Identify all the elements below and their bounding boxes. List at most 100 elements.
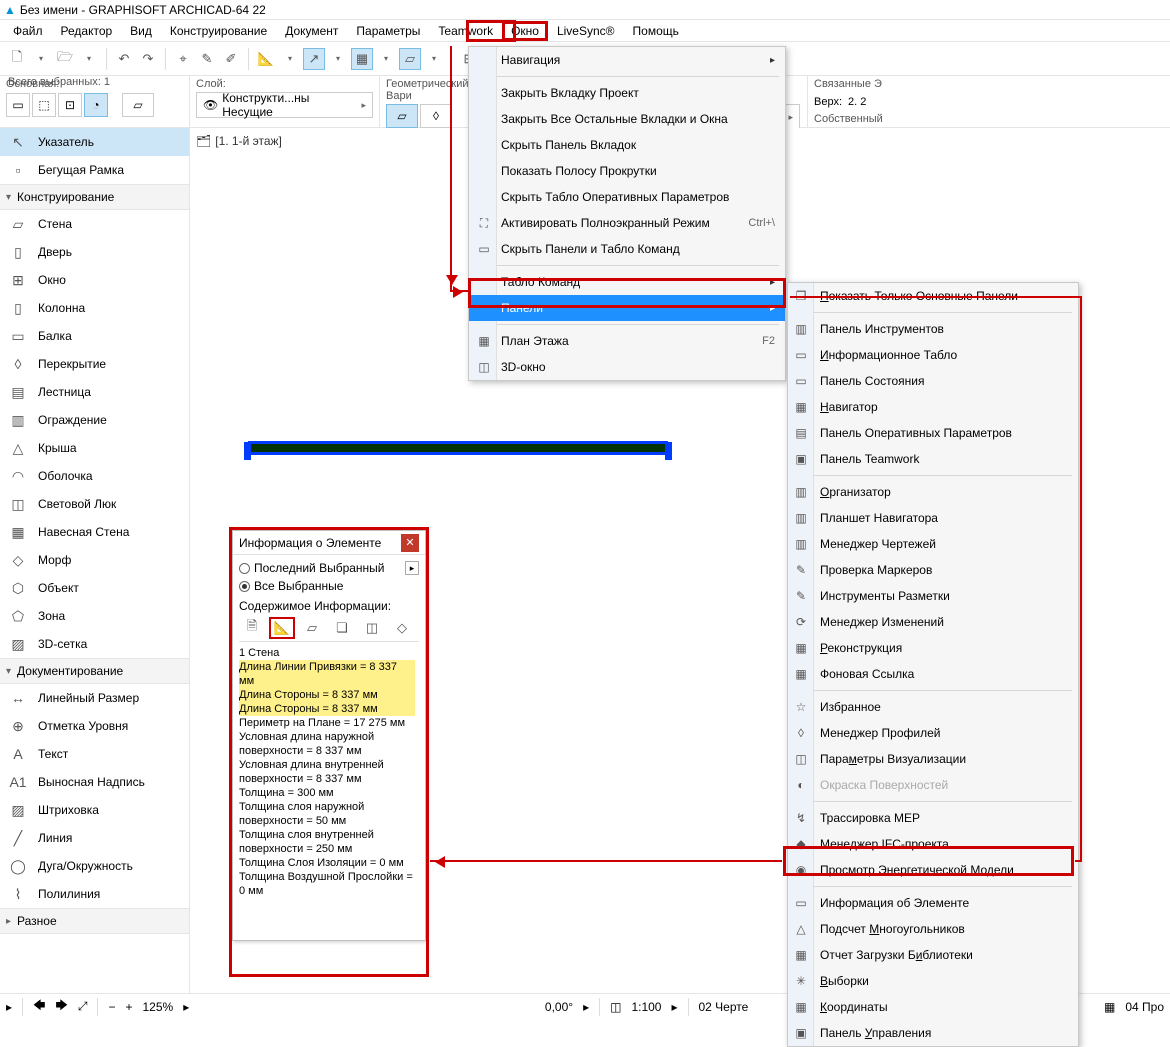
menu-item-Табло Команд[interactable]: Табло Команд▸ [469, 269, 785, 295]
undo-icon[interactable]: ↶ [113, 48, 135, 70]
tool-Дверь[interactable]: ▯Дверь [0, 238, 189, 266]
menu-item-Скрыть Табло Оперативных Параметров[interactable]: Скрыть Табло Оперативных Параметров [469, 184, 785, 210]
menu-параметры[interactable]: Параметры [347, 22, 429, 40]
tab-3d-icon[interactable]: ❏ [329, 617, 355, 639]
submenu-item-Избранное[interactable]: ☆Избранное [788, 694, 1078, 720]
tool-Колонна[interactable]: ▯Колонна [0, 294, 189, 322]
wall-settings-button[interactable]: ▭ [6, 93, 30, 117]
zoom-fit-icon[interactable]: ⤢ [78, 999, 88, 1014]
submenu-item-Менеджер Профилей[interactable]: ◊Менеджер Профилей [788, 720, 1078, 746]
menu-редактор[interactable]: Редактор [52, 22, 122, 40]
submenu-item-Панель Teamwork[interactable]: ▣Панель Teamwork [788, 446, 1078, 472]
menu-item-Закрыть Вкладку Проект[interactable]: Закрыть Вкладку Проект [469, 80, 785, 106]
chevron-right-icon[interactable]: ▸ [671, 1000, 677, 1014]
submenu-item-Панель Инструментов[interactable]: ▥Панель Инструментов [788, 316, 1078, 342]
tool-Крыша[interactable]: △Крыша [0, 434, 189, 462]
tool-Выносная Надпись[interactable]: A1Выносная Надпись [0, 768, 189, 796]
submenu-item-Инструменты Разметки[interactable]: ✎Инструменты Разметки [788, 583, 1078, 609]
menu-файл[interactable]: Файл [4, 22, 52, 40]
menu-item-Закрыть Все Остальные Вкладки и Окна[interactable]: Закрыть Все Остальные Вкладки и Окна [469, 106, 785, 132]
submenu-item-Параметры Визуализации[interactable]: ◫Параметры Визуализации [788, 746, 1078, 772]
plane-icon[interactable]: ▱ [399, 48, 421, 70]
redo-icon[interactable]: ↷ [137, 48, 159, 70]
chevron-right-icon[interactable]: ▸ [405, 561, 419, 575]
geom-mode-2[interactable]: ◊ [420, 104, 452, 128]
pick-icon[interactable]: ⌖ [172, 48, 194, 70]
snap-grid-icon[interactable]: ▦ [351, 48, 373, 70]
submenu-item-Организатор[interactable]: ▥Организатор [788, 479, 1078, 505]
tab-5-icon[interactable]: ◇ [389, 617, 415, 639]
tab-general-icon[interactable]: 🗎 [239, 617, 265, 639]
submenu-item-Подсчет Многоугольников[interactable]: △Подсчет Многоугольников [788, 916, 1078, 942]
submenu-item-Менеджер IFC-проекта[interactable]: ◆Менеджер IFC-проекта [788, 831, 1078, 857]
zoom-value[interactable]: 125% [142, 1000, 173, 1014]
tool-3D-сетка[interactable]: ▨3D-сетка [0, 630, 189, 658]
section-Конструирование[interactable]: ▾Конструирование [0, 184, 189, 210]
tool-Полилиния[interactable]: ⌇Полилиния [0, 880, 189, 908]
scale-value[interactable]: 1:100 [631, 1000, 661, 1014]
radio-all-selected[interactable]: Все Выбранные [239, 577, 419, 595]
tool-Объект[interactable]: ⬡Объект [0, 574, 189, 602]
eyedropper-icon[interactable]: ✎ [196, 48, 218, 70]
snap-dropdown-icon[interactable]: ▾ [375, 48, 397, 70]
guide-dropdown-icon[interactable]: ▾ [327, 48, 349, 70]
tool-Лестница[interactable]: ▤Лестница [0, 378, 189, 406]
submenu-item-Панель Управления[interactable]: ▣Панель Управления [788, 1020, 1078, 1046]
submenu-item-Выборки[interactable]: ✳Выборки [788, 968, 1078, 994]
tool-Дуга/Окружность[interactable]: ◯Дуга/Окружность [0, 852, 189, 880]
nav-fwd-icon[interactable]: 🡆 [55, 996, 67, 1017]
open-dropdown-icon[interactable]: ▾ [78, 48, 100, 70]
tool-Морф[interactable]: ◇Морф [0, 546, 189, 574]
select-all-button[interactable]: ⬚ [32, 93, 56, 117]
chevron-right-icon[interactable]: ▸ [583, 1000, 589, 1014]
menu-окно[interactable]: Окно [502, 21, 548, 41]
marquee-button[interactable]: ⊡ [58, 93, 82, 117]
submenu-item-Панель Оперативных Параметров[interactable]: ▤Панель Оперативных Параметров [788, 420, 1078, 446]
ruler-icon[interactable]: 📐 [255, 48, 277, 70]
canvas-tab[interactable]: 🗂 [1. 1-й этаж] [196, 134, 282, 148]
plane-dropdown-icon[interactable]: ▾ [423, 48, 445, 70]
submenu-item-Панель Состояния[interactable]: ▭Панель Состояния [788, 368, 1078, 394]
rightmost-icon[interactable]: ▦ [1104, 1000, 1115, 1014]
tool-Отметка Уровня[interactable]: ⊕Отметка Уровня [0, 712, 189, 740]
menu-livesync®[interactable]: LiveSync® [548, 22, 624, 40]
tool-Зона[interactable]: ⬠Зона [0, 602, 189, 630]
tool-Окно[interactable]: ⊞Окно [0, 266, 189, 294]
tool-Бегущая Рамка[interactable]: ▫Бегущая Рамка [0, 156, 189, 184]
tab-4-icon[interactable]: ◫ [359, 617, 385, 639]
element-info-palette[interactable]: Информация о Элементе ✕ Последний Выбран… [232, 530, 426, 941]
menu-item-План Этажа[interactable]: ▦План ЭтажаF2 [469, 328, 785, 354]
wall-icon-button[interactable]: ▱ [122, 93, 154, 117]
submenu-item-Навигатор[interactable]: ▦Навигатор [788, 394, 1078, 420]
angle-value[interactable]: 0,00° [545, 1000, 573, 1014]
menu-teamwork[interactable]: Teamwork [429, 22, 502, 40]
radio-last-selected[interactable]: Последний Выбранный [239, 559, 385, 577]
info-toggle-button[interactable]: ◔ [84, 93, 108, 117]
wall-element[interactable] [248, 441, 668, 455]
chevron-right-icon[interactable]: ▸ [183, 1000, 189, 1014]
zoom-out-icon[interactable]: − [108, 1000, 115, 1014]
menu-документ[interactable]: Документ [276, 22, 347, 40]
submenu-item-Проверка Маркеров[interactable]: ✎Проверка Маркеров [788, 557, 1078, 583]
section-Документирование[interactable]: ▾Документирование [0, 658, 189, 684]
menu-конструирование[interactable]: Конструирование [161, 22, 276, 40]
tool-Перекрытие[interactable]: ◊Перекрытие [0, 350, 189, 378]
nav-back-icon[interactable]: 🡄 [33, 996, 45, 1017]
menu-item-Навигация[interactable]: Навигация▸ [469, 47, 785, 73]
menu-помощь[interactable]: Помощь [624, 22, 688, 40]
tool-Указатель[interactable]: ↖Указатель [0, 128, 189, 156]
tool-Линейный Размер[interactable]: ↔Линейный Размер [0, 684, 189, 712]
chevron-right-icon[interactable]: ▸ [6, 1000, 12, 1014]
close-icon[interactable]: ✕ [401, 534, 419, 552]
submenu-item-Просмотр Энергетической Модели[interactable]: ◉Просмотр Энергетической Модели [788, 857, 1078, 883]
tool-Навесная Стена[interactable]: ▦Навесная Стена [0, 518, 189, 546]
guide-line-icon[interactable]: ↗ [303, 48, 325, 70]
submenu-item-Менеджер Изменений[interactable]: ⟳Менеджер Изменений [788, 609, 1078, 635]
submenu-item-Отчет Загрузки Библиотеки[interactable]: ▦Отчет Загрузки Библиотеки [788, 942, 1078, 968]
submenu-item-Фоновая Ссылка[interactable]: ▦Фоновая Ссылка [788, 661, 1078, 687]
status-layer[interactable]: 02 Черте [699, 1000, 749, 1014]
syringe-icon[interactable]: ✐ [220, 48, 242, 70]
layer-combo[interactable]: 👁 Конструкти...ны Несущие ▸ [196, 92, 373, 118]
open-icon[interactable]: 🗁 [54, 48, 76, 70]
tool-Стена[interactable]: ▱Стена [0, 210, 189, 238]
